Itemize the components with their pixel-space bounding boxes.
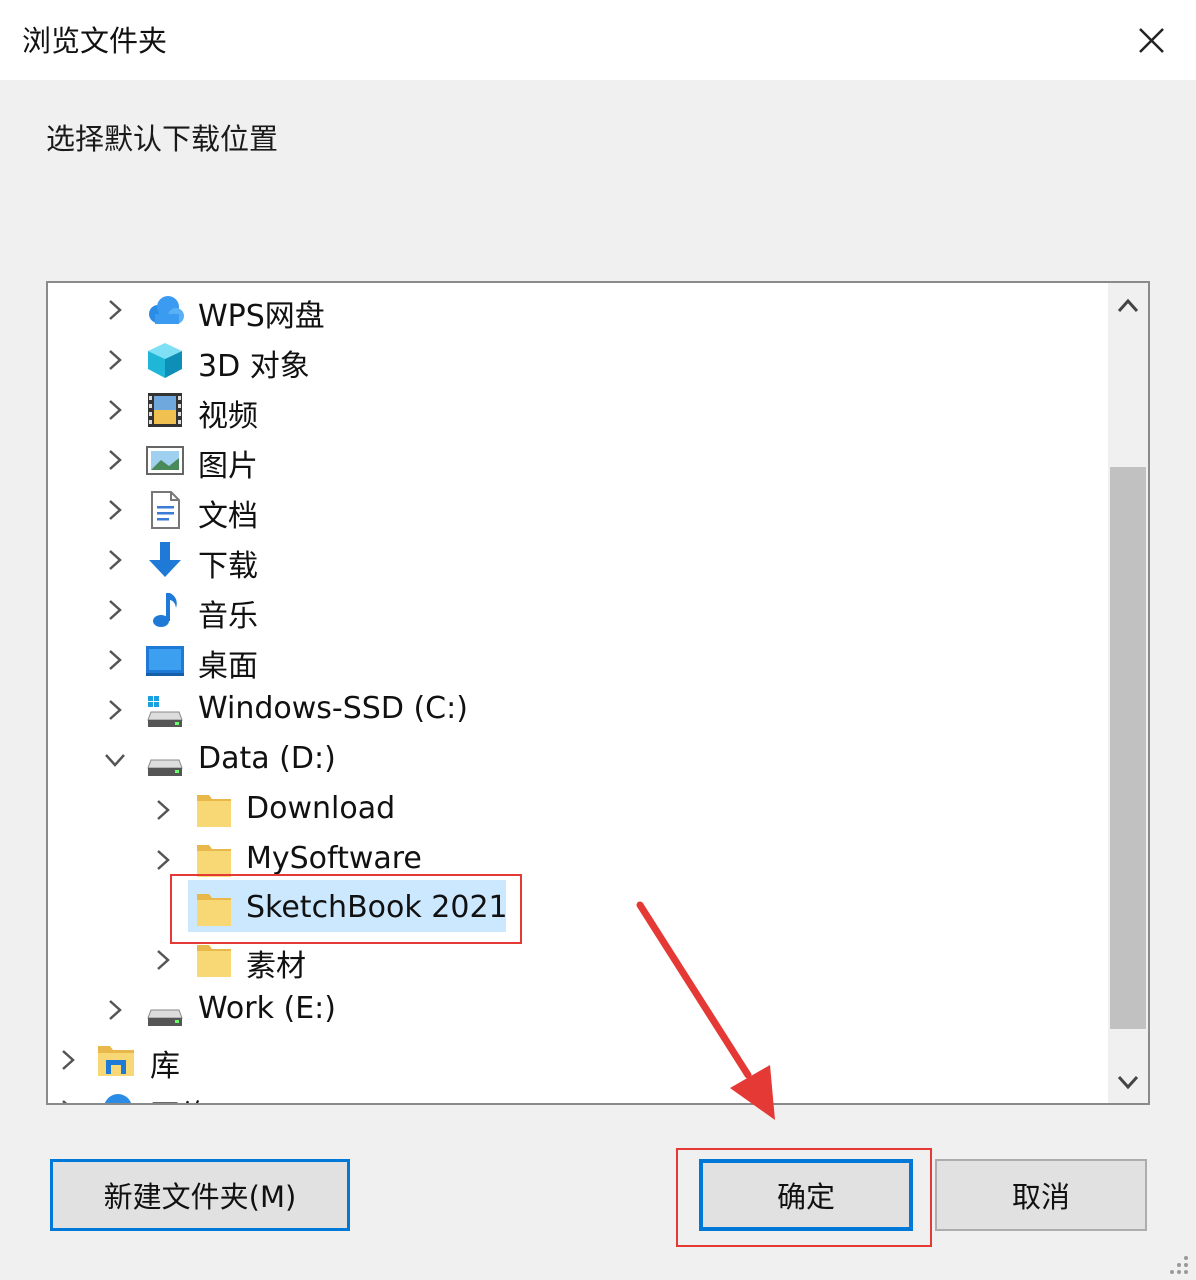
tree-item-drive-e[interactable]: Work (E:) [48,986,1088,1034]
drive-icon [145,740,185,780]
tree-item-wps-drive[interactable]: WPS网盘 [48,286,1088,334]
tree-item-label: 视频 [198,399,258,434]
tree-item-music[interactable]: 音乐 [48,586,1088,634]
close-icon [1139,28,1164,53]
vertical-scrollbar[interactable] [1108,283,1148,1103]
tree-item-drive-d[interactable]: Data (D:) [48,736,1088,784]
drive-icon [145,990,185,1030]
tree-item-libraries[interactable]: 库 [48,1036,1088,1084]
resize-grip-icon[interactable] [1164,1250,1192,1278]
tree-item-label: 文档 [198,499,258,534]
annotation-box-selected-folder [170,874,522,944]
tree-item-label: Download [246,791,396,826]
tree-item-label: 桌面 [198,649,258,684]
chevron-up-icon [1117,298,1139,313]
videos-icon [145,390,185,430]
tree-item-3d-objects[interactable]: 3D 对象 [48,336,1088,384]
tree-item-label: Data (D:) [198,741,336,776]
music-icon [145,590,185,630]
chevron-right-icon[interactable] [53,1045,83,1075]
tree-item-drive-c[interactable]: Windows-SSD (C:) [48,686,1088,734]
dialog-prompt: 选择默认下载位置 [46,122,279,156]
folder-tree[interactable]: WPS网盘 3D 对象 视频 图片 文档 下载 音乐 桌面 Windows-SS… [46,281,1150,1105]
3d-objects-icon [145,340,185,380]
chevron-right-icon[interactable] [100,545,130,575]
tree-item-videos[interactable]: 视频 [48,386,1088,434]
tree-item-label: 网络 [150,1091,210,1103]
tree-item-label: Work (E:) [198,991,336,1026]
tree-item-label: Windows-SSD (C:) [198,691,468,726]
cancel-button[interactable]: 取消 [935,1159,1147,1231]
tree-item-label: WPS网盘 [198,299,325,334]
chevron-right-icon[interactable] [100,445,130,475]
chevron-down-icon[interactable] [100,745,130,775]
annotation-arrow-icon [636,901,775,1120]
tree-item-pictures[interactable]: 图片 [48,436,1088,484]
chevron-right-icon[interactable] [53,1095,83,1103]
chevron-right-icon[interactable] [100,645,130,675]
chevron-right-icon[interactable] [100,295,130,325]
pictures-icon [145,440,185,480]
network-icon [96,1090,136,1103]
tree-item-label: 素材 [246,949,306,984]
scroll-down-button[interactable] [1108,1061,1148,1101]
chevron-right-icon[interactable] [100,595,130,625]
tree-item-label: 图片 [198,449,258,484]
tree-item-label: MySoftware [246,841,422,876]
chevron-right-icon[interactable] [100,395,130,425]
chevron-right-icon[interactable] [100,495,130,525]
chevron-right-icon[interactable] [148,945,178,975]
libraries-icon [96,1040,136,1080]
new-folder-button[interactable]: 新建文件夹(M) [50,1159,350,1231]
desktop-icon [145,640,185,680]
chevron-right-icon[interactable] [100,695,130,725]
tree-item-downloads[interactable]: 下载 [48,536,1088,584]
cloud-icon [145,290,185,330]
scroll-up-button[interactable] [1108,287,1148,327]
title-bar: 浏览文件夹 [0,0,1196,80]
folder-icon [194,940,234,980]
window-title: 浏览文件夹 [22,24,168,58]
tree-item-network[interactable]: 网络 [48,1086,1088,1103]
tree-item-folder-download[interactable]: Download [48,786,1088,834]
annotation-box-ok-button [676,1148,932,1247]
downloads-icon [145,540,185,580]
tree-item-documents[interactable]: 文档 [48,486,1088,534]
chevron-right-icon[interactable] [100,345,130,375]
close-button[interactable] [1124,14,1178,66]
tree-item-label: 音乐 [198,599,258,634]
system-drive-icon [145,690,185,730]
tree-item-label: 3D 对象 [198,349,310,384]
chevron-right-icon[interactable] [148,845,178,875]
tree-item-label: 下载 [198,549,258,584]
documents-icon [145,490,185,530]
chevron-right-icon[interactable] [100,995,130,1025]
scrollbar-thumb[interactable] [1110,467,1146,1029]
folder-icon [194,790,234,830]
chevron-down-icon [1117,1075,1139,1090]
chevron-right-icon[interactable] [148,795,178,825]
tree-item-label: 库 [150,1049,180,1084]
tree-item-desktop[interactable]: 桌面 [48,636,1088,684]
